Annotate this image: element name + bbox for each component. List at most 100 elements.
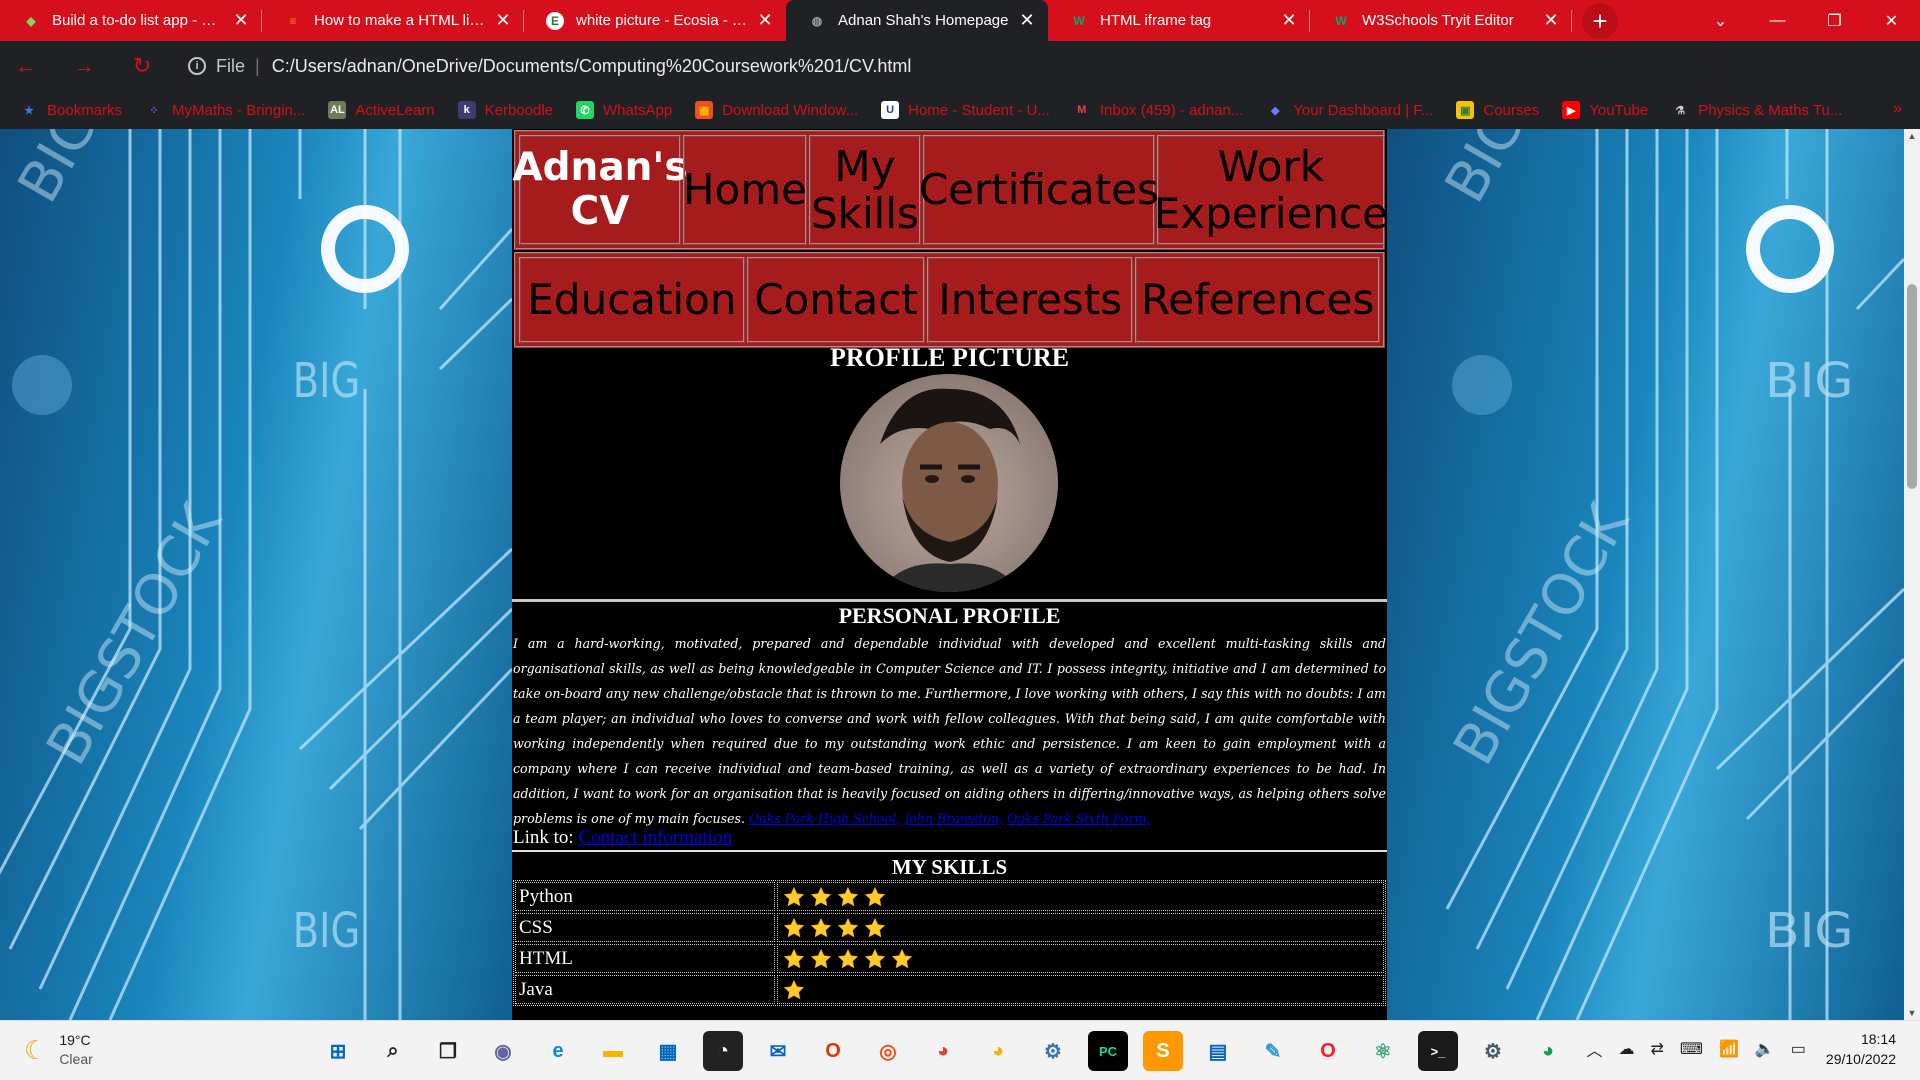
tools-icon[interactable]: ✎ — [1253, 1031, 1293, 1071]
tab-search-icon[interactable]: ⌄ — [1692, 0, 1749, 41]
start-icon[interactable]: ⊞ — [318, 1031, 358, 1071]
clock[interactable]: 18:14 29/10/2022 — [1826, 1029, 1896, 1069]
tab-close-icon[interactable]: ✕ — [1018, 10, 1036, 31]
tab-close-icon[interactable]: ✕ — [756, 10, 774, 31]
tab[interactable]: Ewhite picture - Ecosia - Ima ✕ — [524, 0, 786, 41]
chrome-icon[interactable]: ◕ — [923, 1031, 963, 1071]
url-text[interactable]: C:/Users/adnan/OneDrive/Documents/Comput… — [272, 56, 912, 77]
svg-text:BIGSTOCK: BIGSTOCK — [34, 493, 235, 776]
bookmarks-bar: ★ Bookmarks ⁘ MyMaths - Bringin... AL ActiveL… — [0, 91, 1920, 129]
chrome-profile-icon[interactable]: ◕ — [1528, 1031, 1568, 1071]
wifi-icon[interactable]: 📶 — [1719, 1039, 1739, 1059]
clock-date: 29/10/2022 — [1825, 1051, 1896, 1067]
battery-icon[interactable]: ▭ — [1791, 1039, 1806, 1059]
tab-close-icon[interactable]: ✕ — [1280, 10, 1298, 31]
onedrive-icon[interactable]: ☁ — [1618, 1039, 1634, 1059]
bookmark-item[interactable]: ⚗ Physics & Maths Tu... — [1671, 101, 1842, 119]
tray-overflow-icon[interactable]: ︿ — [1586, 1037, 1602, 1061]
search-icon[interactable]: ⌕ — [373, 1031, 413, 1071]
office-icon[interactable]: O — [813, 1031, 853, 1071]
opera-icon[interactable]: O — [1308, 1031, 1348, 1071]
courses-icon: ▣ — [1456, 101, 1475, 119]
atom-icon[interactable]: ⚛ — [1363, 1031, 1403, 1071]
nav-link[interactable]: Education — [519, 257, 745, 343]
close-window-button[interactable]: ✕ — [1863, 0, 1920, 41]
nav-link[interactable]: Work Experience — [1154, 135, 1388, 245]
bookmark-item[interactable]: ▶ YouTube — [1562, 101, 1648, 119]
bookmark-item[interactable]: M Inbox (459) - adnan... — [1073, 101, 1243, 119]
new-tab-button[interactable]: + — [1582, 3, 1618, 39]
bookmark-label: Bookmarks — [47, 101, 123, 119]
tab[interactable]: W HTML iframe tag ✕ — [1048, 0, 1310, 41]
bio-text: I am a hard-working, motivated, prepared… — [513, 636, 1386, 826]
star-icon — [783, 979, 805, 1001]
bookmark-item[interactable]: ◆ Your Dashboard | F... — [1266, 101, 1433, 119]
settings-icon[interactable]: ⚙ — [1473, 1031, 1513, 1071]
tab-close-icon[interactable]: ✕ — [232, 10, 250, 31]
sublime-icon[interactable]: S — [1143, 1031, 1183, 1071]
mail-icon[interactable]: ✉ — [758, 1031, 798, 1071]
nav-link[interactable]: Certificates — [919, 135, 1159, 245]
tab-close-icon[interactable]: ✕ — [494, 10, 512, 31]
background-circuit-left: BIG BIG BIGSTOCK BIG — [0, 129, 512, 1020]
address-bar[interactable]: i File | C:/Users/adnan/OneDrive/Documen… — [176, 48, 1726, 84]
forward-button[interactable]: → — [66, 48, 102, 84]
keyboard-icon[interactable]: ⌨ — [1680, 1039, 1703, 1059]
tab[interactable]: ◆ Build a to-do list app - Get ✕ — [0, 0, 262, 41]
scroll-down-arrow-icon[interactable]: ▼ — [1904, 1008, 1920, 1018]
weather-widget[interactable]: ☾ 19°C Clear — [24, 1031, 93, 1069]
tab[interactable]: ◍ Adnan Shah's Homepage ✕ — [786, 0, 1048, 41]
site-info-icon[interactable]: i — [188, 57, 206, 75]
weather-temp: 19°C — [59, 1032, 91, 1048]
star-icon — [783, 948, 805, 970]
skill-rating — [777, 882, 1384, 911]
notepad-icon[interactable]: ▤ — [1198, 1031, 1238, 1071]
page-scrollbar[interactable]: ▲ ▼ — [1904, 129, 1920, 1020]
school-link[interactable]: Oaks Park High School, — [749, 811, 900, 826]
personal-profile-heading: PERSONAL PROFILE — [838, 603, 1061, 628]
bookmark-item[interactable]: ★ Bookmarks — [20, 101, 122, 119]
ubuntu-icon[interactable]: ◎ — [868, 1031, 908, 1071]
maximize-button[interactable]: ❐ — [1806, 0, 1863, 41]
bookmark-item[interactable]: ✆ WhatsApp — [576, 101, 672, 119]
scroll-up-arrow-icon[interactable]: ▲ — [1904, 131, 1920, 141]
nav-link[interactable]: My Skills — [809, 135, 921, 245]
python-idle-icon[interactable]: ⚙ — [1033, 1031, 1073, 1071]
bookmark-item[interactable]: ▣ Courses — [1456, 101, 1539, 119]
tab-title: white picture - Ecosia - Ima — [576, 12, 748, 29]
nav-link[interactable]: References — [1135, 257, 1381, 343]
pycharm-icon[interactable]: PC — [1088, 1031, 1128, 1071]
chrome-canary-icon[interactable]: ◕ — [978, 1031, 1018, 1071]
network-switch-icon[interactable]: ⇄ — [1650, 1039, 1663, 1059]
bookmark-item[interactable]: k Kerboodle — [457, 101, 553, 119]
speedometer-icon[interactable]: ◔ — [703, 1031, 743, 1071]
contact-information-link[interactable]: Contact information — [578, 827, 732, 848]
system-tray: ︿ ☁ ⇄ ⌨ 📶 🔈 ▭ 18:14 29/10/2022 — [1570, 1029, 1896, 1069]
minimize-button[interactable]: — — [1749, 0, 1806, 41]
reload-button[interactable]: ↻ — [124, 48, 160, 84]
terminal-icon[interactable]: >_ — [1418, 1031, 1458, 1071]
file-explorer-icon[interactable]: ▬ — [593, 1031, 633, 1071]
nav-link[interactable]: Interests — [927, 257, 1134, 343]
bookmark-item[interactable]: AL ActiveLearn — [328, 101, 435, 119]
school-link[interactable]: Oaks Park Sixth Form, — [1007, 811, 1151, 826]
store-icon[interactable]: ▦ — [648, 1031, 688, 1071]
scrollbar-thumb[interactable] — [1907, 284, 1917, 489]
edge-icon[interactable]: e — [538, 1031, 578, 1071]
task-view-icon[interactable]: ❐ — [428, 1031, 468, 1071]
teams-chat-icon[interactable]: ◉ — [483, 1031, 523, 1071]
tab[interactable]: ≡ How to make a HTML list a ✕ — [262, 0, 524, 41]
volume-icon[interactable]: 🔈 — [1755, 1039, 1775, 1059]
bookmark-item[interactable]: ▦ Download Window... — [695, 101, 858, 119]
back-button[interactable]: ← — [8, 48, 44, 84]
bookmarks-overflow-button[interactable]: » — [1893, 100, 1902, 118]
bookmark-item[interactable]: ⁘ MyMaths - Bringin... — [145, 101, 305, 119]
tab[interactable]: W W3Schools Tryit Editor ✕ — [1310, 0, 1572, 41]
mymaths-icon: ⁘ — [149, 104, 159, 117]
nav-link[interactable]: Home — [683, 135, 807, 245]
school-link[interactable]: John Bramston, — [904, 811, 1003, 826]
tab-close-icon[interactable]: ✕ — [1542, 10, 1560, 31]
bookmark-item[interactable]: U Home - Student - U... — [881, 101, 1050, 119]
my-skills-heading: MY SKILLS — [891, 855, 1008, 879]
nav-link[interactable]: Contact — [746, 257, 926, 343]
